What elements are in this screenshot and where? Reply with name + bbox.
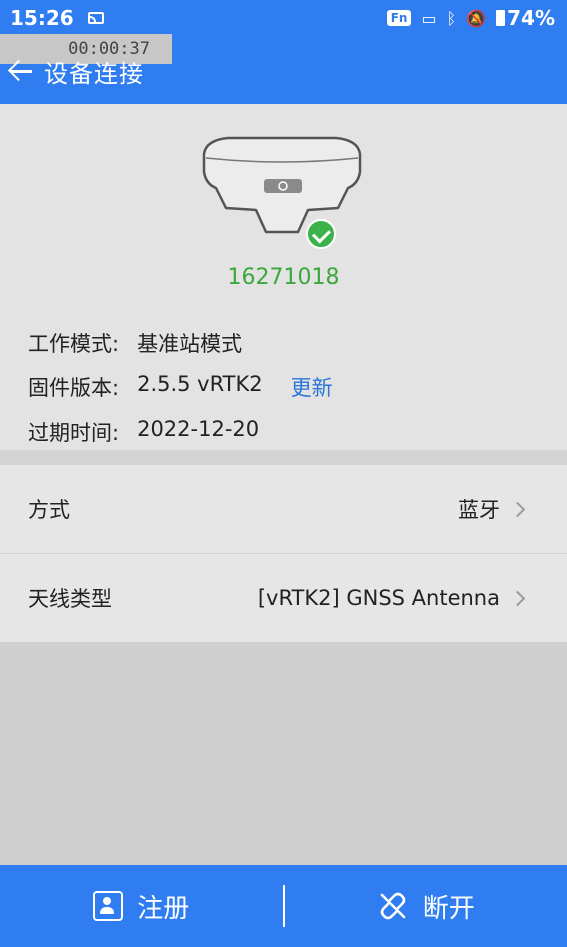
disconnect-button[interactable]: 断开	[285, 865, 567, 947]
info-row-mode: 工作模式: 基准站模式	[28, 328, 242, 358]
bottom-action-bar: 注册 断开	[0, 865, 567, 947]
unlink-icon	[380, 892, 406, 920]
info-row-firmware: 固件版本: 2.5.5 vRTK2 更新	[28, 372, 333, 402]
expiry-label: 过期时间:	[28, 421, 120, 445]
nav-bar: 设备连接	[8, 54, 144, 88]
battery-indicator: 74%	[496, 6, 555, 30]
connected-check-icon	[306, 219, 336, 249]
method-row[interactable]: 方式 蓝牙	[0, 465, 567, 553]
firmware-label: 固件版本:	[28, 376, 120, 400]
disconnect-label: 断开	[422, 893, 475, 924]
page-title: 设备连接	[44, 59, 144, 88]
screen-cast-icon: ▭	[421, 8, 437, 28]
register-icon	[93, 891, 124, 921]
info-row-expiry: 过期时间: 2022-12-20	[28, 417, 259, 447]
method-label: 方式	[28, 498, 70, 522]
battery-level: 74%	[507, 6, 555, 30]
back-arrow-icon[interactable]	[8, 58, 34, 84]
update-link[interactable]: 更新	[291, 372, 333, 402]
register-button[interactable]: 注册	[0, 865, 283, 947]
status-time: 15:26	[10, 6, 74, 30]
expiry-value: 2022-12-20	[137, 417, 260, 441]
bluetooth-icon: ᛒ	[446, 8, 457, 28]
cast-icon	[87, 12, 104, 24]
register-label: 注册	[137, 893, 190, 924]
mute-icon: 🔕	[466, 8, 487, 28]
mode-value: 基准站模式	[137, 332, 243, 356]
antenna-type-row[interactable]: 天线类型 [vRTK2] GNSS Antenna	[0, 554, 567, 642]
battery-icon	[496, 10, 506, 26]
mode-label: 工作模式:	[28, 332, 120, 356]
method-value: 蓝牙	[458, 498, 500, 522]
device-serial: 16271018	[227, 265, 340, 290]
receiver-device-icon	[202, 136, 362, 234]
antenna-value: [vRTK2] GNSS Antenna	[257, 586, 500, 610]
top-app-bar: 15:26 Fn ▭ ᛒ 🔕 74% 00:00:37 设备连接	[0, 0, 567, 104]
section-gap	[0, 450, 567, 465]
status-bar: 15:26 Fn ▭ ᛒ 🔕 74%	[0, 0, 567, 36]
firmware-value: 2.5.5 vRTK2	[137, 372, 263, 396]
chevron-right-icon	[509, 501, 526, 517]
fn-badge: Fn	[386, 10, 412, 26]
antenna-label: 天线类型	[28, 587, 112, 611]
chevron-right-icon	[509, 590, 526, 606]
